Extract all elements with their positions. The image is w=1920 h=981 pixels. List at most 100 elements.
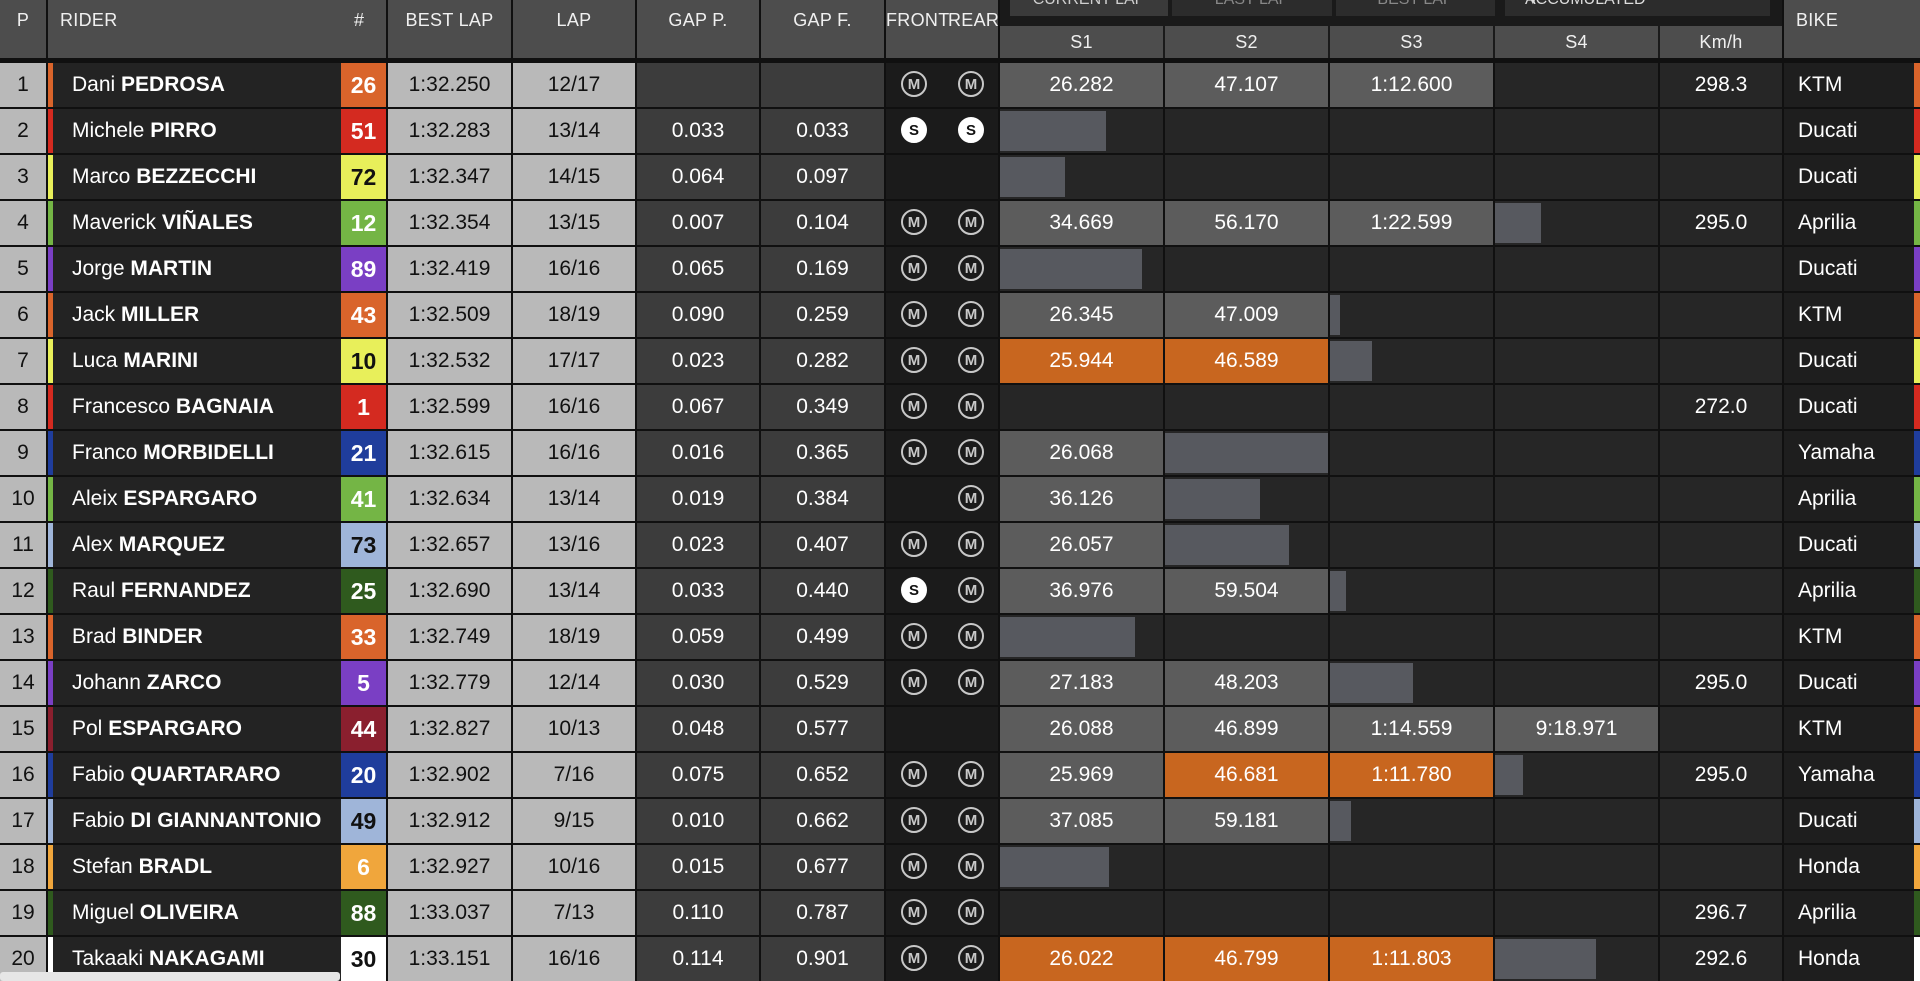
lap-value: 12/17 — [547, 73, 601, 96]
table-row[interactable]: 9 Franco MORBIDELLI 21 1:32.615 16/16 0.016 0.… — [0, 431, 1920, 475]
rider-cell[interactable]: Maverick VIÑALES 12 — [48, 201, 386, 245]
tyres-cell: MM — [886, 201, 998, 245]
header-tyres: FRONT REAR — [886, 0, 999, 58]
rider-last-name: BEZZECCHI — [136, 165, 257, 188]
front-tyre-medium-icon: M — [901, 853, 927, 879]
table-row[interactable]: 19 Miguel OLIVEIRA 88 1:33.037 7/13 0.110 0.78… — [0, 891, 1920, 935]
header-s2-label: S2 — [1235, 32, 1258, 52]
bike-cell: Ducati — [1784, 523, 1920, 567]
tyres-cell: MM — [886, 523, 998, 567]
table-row[interactable]: 1 Dani PEDROSA 26 1:32.250 12/17 M M 26.282 47.1… — [0, 63, 1920, 107]
table-row[interactable]: 11 Alex MARQUEZ 73 1:32.657 13/16 0.023 0.407 M… — [0, 523, 1920, 567]
bike-cell: KTM — [1784, 63, 1920, 107]
lap-cell: 13/14 — [513, 569, 635, 613]
gap-previous-value: 0.010 — [671, 809, 725, 832]
bike-name: Ducati — [1798, 165, 1858, 188]
sector-s2-cell: 59.181 — [1165, 799, 1328, 843]
tab-current-lap[interactable]: CURRENT LAP — [1010, 0, 1168, 16]
gap-first-value: 0.259 — [796, 303, 849, 326]
header-speed-label: Km/h — [1699, 32, 1743, 52]
tab-last-lap[interactable]: LAST LAP — [1172, 0, 1332, 16]
header-rider-label: RIDER — [60, 10, 118, 30]
rider-cell[interactable]: Miguel OLIVEIRA 88 — [48, 891, 386, 935]
horizontal-scrollbar[interactable] — [0, 972, 340, 981]
table-row[interactable]: 7 Luca MARINI 10 1:32.532 17/17 0.023 0.282 M M 2… — [0, 339, 1920, 383]
table-row[interactable]: 14 Johann ZARCO 5 1:32.779 12/14 0.030 0.529 M M… — [0, 661, 1920, 705]
rider-name: Jack MILLER — [72, 293, 199, 337]
best-lap-cell: 1:32.419 — [388, 247, 511, 291]
speed-cell: 295.0 — [1660, 753, 1782, 797]
table-row[interactable]: 6 Jack MILLER 43 1:32.509 18/19 0.090 0.259 M M 2… — [0, 293, 1920, 337]
sector-s1-value: 26.057 — [1049, 533, 1114, 556]
rider-cell[interactable]: Jorge MARTIN 89 — [48, 247, 386, 291]
rider-name: Raul FERNANDEZ — [72, 569, 251, 613]
rider-cell[interactable]: Francesco BAGNAIA 1 — [48, 385, 386, 429]
table-row[interactable]: 5 Jorge MARTIN 89 1:32.419 16/16 0.065 0.169 M M… — [0, 247, 1920, 291]
sector-s4-cell — [1495, 661, 1658, 705]
table-row[interactable]: 15 Pol ESPARGARO 44 1:32.827 10/13 0.048 0.577… — [0, 707, 1920, 751]
header-s4-label: S4 — [1565, 32, 1588, 52]
best-lap-value: 1:33.151 — [408, 947, 491, 970]
lap-cell: 16/16 — [513, 431, 635, 475]
rider-cell[interactable]: Fabio QUARTARARO 20 — [48, 753, 386, 797]
gap-previous-cell: 0.065 — [637, 247, 759, 291]
position-cell: 18 — [0, 845, 46, 889]
tab-best-lap[interactable]: BEST LAP — [1336, 0, 1495, 16]
rider-cell[interactable]: Dani PEDROSA 26 — [48, 63, 386, 107]
rider-cell[interactable]: Luca MARINI 10 — [48, 339, 386, 383]
table-row[interactable]: 13 Brad BINDER 33 1:32.749 18/19 0.059 0.499 M M… — [0, 615, 1920, 659]
gap-first-value: 0.677 — [796, 855, 849, 878]
table-row[interactable]: 18 Stefan BRADL 6 1:32.927 10/16 0.015 0.677 M M… — [0, 845, 1920, 889]
lap-cell: 13/16 — [513, 523, 635, 567]
table-row[interactable]: 12 Raul FERNANDEZ 25 1:32.690 13/14 0.033 0.44… — [0, 569, 1920, 613]
rider-cell[interactable]: Marco BEZZECCHI 72 — [48, 155, 386, 199]
lap-cell: 7/16 — [513, 753, 635, 797]
rider-last-name: BAGNAIA — [175, 395, 274, 418]
gap-previous-cell: 0.010 — [637, 799, 759, 843]
bike-name: Ducati — [1798, 395, 1858, 418]
sector-s2-cell — [1165, 845, 1328, 889]
header-s1: S1 — [1000, 26, 1163, 58]
sector-progress-bar — [1000, 617, 1135, 657]
table-row[interactable]: 8 Francesco BAGNAIA 1 1:32.599 16/16 0.067 0.3… — [0, 385, 1920, 429]
best-lap-value: 1:32.250 — [408, 73, 491, 96]
rider-name: Fabio QUARTARARO — [72, 753, 280, 797]
sector-mode-dropdown[interactable]: ACCUMULATED ▼ — [1505, 0, 1770, 16]
rider-cell[interactable]: Johann ZARCO 5 — [48, 661, 386, 705]
speed-cell: 295.0 — [1660, 661, 1782, 705]
header-pos-label: P — [16, 10, 30, 30]
table-row[interactable]: 10 Aleix ESPARGARO 41 1:32.634 13/14 0.019 0.3… — [0, 477, 1920, 521]
rider-cell[interactable]: Brad BINDER 33 — [48, 615, 386, 659]
position-value: 7 — [17, 349, 29, 372]
rider-cell[interactable]: Raul FERNANDEZ 25 — [48, 569, 386, 613]
sector-s4-cell — [1495, 937, 1658, 981]
rider-cell[interactable]: Pol ESPARGARO 44 — [48, 707, 386, 751]
team-color-strip — [48, 385, 53, 429]
header-rider: RIDER # — [48, 0, 386, 58]
table-row[interactable]: 3 Marco BEZZECCHI 72 1:32.347 14/15 0.064 0.09… — [0, 155, 1920, 199]
rider-last-name: PEDROSA — [121, 73, 225, 96]
timing-screen: P RIDER # BEST LAP LAP GAP P. GAP F. FRO… — [0, 0, 1920, 981]
sector-progress-bar — [1165, 525, 1289, 565]
rider-cell[interactable]: Jack MILLER 43 — [48, 293, 386, 337]
rider-cell[interactable]: Franco MORBIDELLI 21 — [48, 431, 386, 475]
front-tyre-medium-icon: M — [901, 899, 927, 925]
rider-cell[interactable]: Stefan BRADL 6 — [48, 845, 386, 889]
rider-cell[interactable]: Michele PIRRO 51 — [48, 109, 386, 153]
sector-s2-cell: 46.681 — [1165, 753, 1328, 797]
rider-cell[interactable]: Fabio DI GIANNANTONIO 49 — [48, 799, 386, 843]
lap-cell: 13/14 — [513, 477, 635, 521]
table-row[interactable]: 4 Maverick VIÑALES 12 1:32.354 13/15 0.007 0.1… — [0, 201, 1920, 245]
sector-s4-cell — [1495, 247, 1658, 291]
sector-s2-cell: 46.589 — [1165, 339, 1328, 383]
rider-cell[interactable]: Alex MARQUEZ 73 — [48, 523, 386, 567]
sector-s2-cell — [1165, 477, 1328, 521]
rider-cell[interactable]: Aleix ESPARGARO 41 — [48, 477, 386, 521]
table-row[interactable]: 2 Michele PIRRO 51 1:32.283 13/14 0.033 0.033 S… — [0, 109, 1920, 153]
sector-s2-cell: 47.009 — [1165, 293, 1328, 337]
gap-first-cell: 0.349 — [761, 385, 884, 429]
table-row[interactable]: 17 Fabio DI GIANNANTONIO 49 1:32.912 9/15 0.0… — [0, 799, 1920, 843]
table-row[interactable]: 16 Fabio QUARTARARO 20 1:32.902 7/16 0.075 0.6… — [0, 753, 1920, 797]
front-tyre-medium-icon: M — [901, 209, 927, 235]
best-lap-value: 1:32.927 — [408, 855, 491, 878]
